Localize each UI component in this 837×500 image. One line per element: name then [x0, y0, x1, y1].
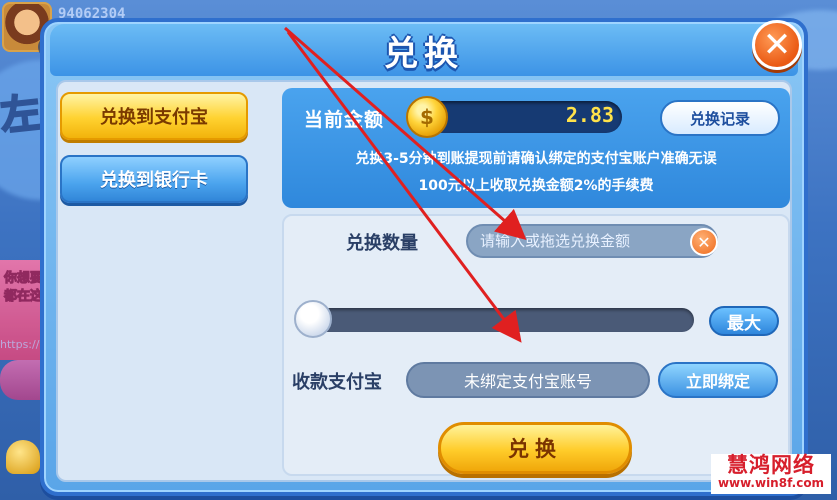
close-button[interactable]: ✕ — [752, 20, 802, 70]
exchange-form: 兑换数量 ✕ 最大 收款支付宝 未绑定支付宝账号 立即绑定 兑换 — [282, 214, 790, 476]
coin-icon: $ — [406, 96, 448, 138]
max-button[interactable]: 最大 — [709, 306, 779, 336]
account-label: 收款支付宝 — [292, 372, 382, 393]
exchange-submit-label: 兑换 — [508, 437, 562, 461]
watermark: 慧鸿网络 www.win8f.com — [711, 454, 831, 494]
dialog-title: 兑换 — [384, 34, 464, 74]
trophy-icon — [6, 440, 40, 474]
dialog-title-bar: 兑换 — [50, 24, 798, 76]
exchange-dialog: 兑换 ✕ 兑换到支付宝 兑换到银行卡 当前金额 $ 2.83 兑换记录 兑换3-… — [40, 18, 808, 496]
exchange-record-label: 兑换记录 — [689, 109, 750, 128]
close-icon: ✕ — [762, 25, 792, 65]
amount-input[interactable] — [466, 224, 718, 258]
watermark-url: www.win8f.com — [717, 476, 825, 490]
exchange-record-button[interactable]: 兑换记录 — [660, 100, 780, 136]
amount-slider-knob[interactable] — [294, 300, 332, 338]
max-button-label: 最大 — [727, 313, 761, 334]
bind-now-button[interactable]: 立即绑定 — [658, 362, 778, 398]
watermark-title: 慧鸿网络 — [727, 452, 815, 477]
tab-bank-card-label: 兑换到银行卡 — [100, 170, 208, 191]
balance-value: 2.83 — [565, 103, 614, 127]
alipay-account-value: 未绑定支付宝账号 — [463, 372, 592, 391]
notice-fee: 100元以上收取兑换金额2%的手续费 — [418, 178, 654, 194]
balance-info-panel: 当前金额 $ 2.83 兑换记录 兑换3-5分钟到账提现前请确认绑定的支付宝账户… — [282, 88, 790, 208]
clear-icon[interactable]: ✕ — [690, 228, 718, 256]
notice-arrival-time: 兑换3-5分钟到账提现前请确认绑定的支付宝账户准确无误 — [355, 151, 717, 167]
alipay-account-field: 未绑定支付宝账号 — [406, 362, 650, 398]
exchange-submit-button[interactable]: 兑换 — [438, 422, 632, 474]
tab-alipay-label: 兑换到支付宝 — [100, 107, 208, 128]
amount-label: 兑换数量 — [346, 233, 418, 254]
bind-now-label: 立即绑定 — [685, 372, 750, 391]
amount-slider-track[interactable] — [302, 308, 694, 332]
tab-alipay[interactable]: 兑换到支付宝 — [60, 92, 248, 140]
balance-label: 当前金额 — [304, 109, 385, 131]
tab-bank-card[interactable]: 兑换到银行卡 — [60, 155, 248, 203]
